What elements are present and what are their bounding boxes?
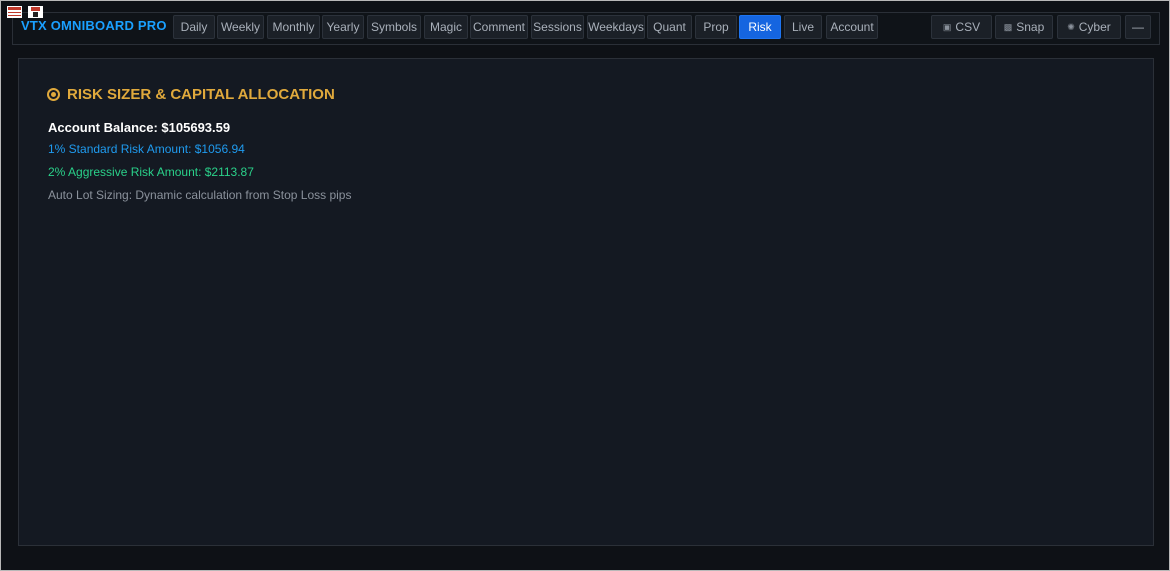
csv-button[interactable]: ▣ CSV (931, 15, 992, 39)
table-icon[interactable] (7, 6, 22, 18)
app-window: VTX OMNIBOARD PRO Daily Weekly Monthly Y… (0, 0, 1170, 571)
tab-live[interactable]: Live (784, 15, 822, 39)
tab-prop[interactable]: Prop (695, 15, 737, 39)
tab-sessions[interactable]: Sessions (531, 15, 584, 39)
top-toolbar: VTX OMNIBOARD PRO Daily Weekly Monthly Y… (12, 12, 1160, 45)
camera-icon: ▩ (1003, 21, 1013, 32)
export-icon: ▣ (942, 21, 952, 32)
tab-yearly[interactable]: Yearly (322, 15, 364, 39)
standard-risk-text: 1% Standard Risk Amount: $1056.94 (48, 142, 245, 156)
csv-button-label: CSV (955, 20, 981, 34)
tab-monthly[interactable]: Monthly (267, 15, 320, 39)
snap-button-label: Snap (1016, 20, 1045, 34)
tab-risk[interactable]: Risk (739, 15, 781, 39)
minimize-button-label: — (1132, 20, 1144, 34)
tab-magic[interactable]: Magic (424, 15, 468, 39)
tab-weekly[interactable]: Weekly (217, 15, 264, 39)
save-icon[interactable] (28, 6, 43, 18)
target-icon (47, 88, 60, 101)
aggressive-risk-text: 2% Aggressive Risk Amount: $2113.87 (48, 165, 254, 179)
tab-symbols[interactable]: Symbols (367, 15, 421, 39)
snap-button[interactable]: ▩ Snap (995, 15, 1053, 39)
tab-quant[interactable]: Quant (647, 15, 692, 39)
tab-account[interactable]: Account (826, 15, 878, 39)
tab-comment[interactable]: Comment (470, 15, 528, 39)
theme-icon: ✺ (1067, 21, 1075, 32)
tab-weekdays[interactable]: Weekdays (587, 15, 645, 39)
auto-lot-sizing-text: Auto Lot Sizing: Dynamic calculation fro… (48, 188, 352, 202)
risk-section-title: RISK SIZER & CAPITAL ALLOCATION (67, 86, 335, 103)
account-balance-text: Account Balance: $105693.59 (48, 120, 231, 135)
risk-panel: RISK SIZER & CAPITAL ALLOCATION Account … (18, 58, 1154, 546)
cyber-button-label: Cyber (1078, 20, 1111, 34)
bottom-strip (2, 547, 1168, 570)
risk-title-row: RISK SIZER & CAPITAL ALLOCATION (47, 86, 335, 103)
cyber-theme-button[interactable]: ✺ Cyber (1057, 15, 1121, 39)
window-corner-icons (7, 6, 43, 18)
tab-daily[interactable]: Daily (173, 15, 215, 39)
minimize-button[interactable]: — (1125, 15, 1151, 39)
brand-title: VTX OMNIBOARD PRO (21, 18, 167, 33)
